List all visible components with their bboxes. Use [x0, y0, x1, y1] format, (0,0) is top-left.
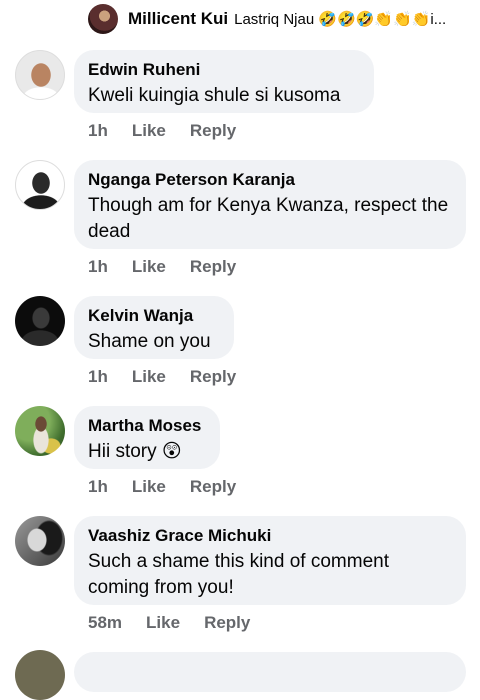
comment-text: Hii story 😲	[88, 441, 182, 462]
reply-button[interactable]: Reply	[190, 477, 236, 497]
reply-preview[interactable]: Millicent Kui Lastriq Njau 🤣🤣🤣👏👏👏i...	[88, 4, 446, 34]
avatar[interactable]	[15, 160, 65, 210]
avatar[interactable]	[15, 516, 65, 566]
like-button[interactable]: Like	[132, 257, 166, 277]
reply-button[interactable]: Reply	[190, 367, 236, 387]
comment-timestamp[interactable]: 1h	[88, 121, 108, 141]
comment-author[interactable]: Nganga Peterson Karanja	[88, 169, 452, 191]
comment-text: Kweli kuingia shule si kusoma	[88, 85, 341, 106]
reply-button[interactable]: Reply	[204, 613, 250, 633]
comment-author[interactable]: Edwin Ruheni	[88, 59, 360, 81]
comment-bubble[interactable]: Vaashiz Grace Michuki Such a shame this …	[74, 516, 466, 605]
like-button[interactable]: Like	[132, 121, 166, 141]
reply-button[interactable]: Reply	[190, 121, 236, 141]
avatar[interactable]	[15, 50, 65, 100]
comment-timestamp[interactable]: 1h	[88, 367, 108, 387]
comment-bubble[interactable]: Kelvin Wanja Shame on you	[74, 296, 234, 359]
avatar[interactable]	[15, 406, 65, 456]
comment-bubble[interactable]: Edwin Ruheni Kweli kuingia shule si kuso…	[74, 50, 374, 113]
comment-author[interactable]: Kelvin Wanja	[88, 305, 220, 327]
comment-actions: 58m Like Reply	[88, 613, 250, 633]
comment-actions: 1h Like Reply	[88, 477, 236, 497]
comment-text: Shame on you	[88, 331, 211, 352]
avatar[interactable]	[15, 650, 65, 700]
comment-actions: 1h Like Reply	[88, 257, 236, 277]
like-button[interactable]: Like	[132, 477, 166, 497]
comment-author[interactable]: Vaashiz Grace Michuki	[88, 525, 452, 547]
comment-bubble[interactable]	[74, 652, 466, 692]
like-button[interactable]: Like	[132, 367, 166, 387]
reply-preview-author[interactable]: Millicent Kui	[128, 9, 228, 29]
comment-actions: 1h Like Reply	[88, 121, 236, 141]
avatar[interactable]	[88, 4, 118, 34]
avatar[interactable]	[15, 296, 65, 346]
reply-preview-text: Lastriq Njau 🤣🤣🤣👏👏👏i...	[234, 11, 447, 28]
comment-timestamp[interactable]: 58m	[88, 613, 122, 633]
like-button[interactable]: Like	[146, 613, 180, 633]
comment-author[interactable]: Martha Moses	[88, 415, 206, 437]
comment-actions: 1h Like Reply	[88, 367, 236, 387]
comment-timestamp[interactable]: 1h	[88, 257, 108, 277]
comment-text: Though am for Kenya Kwanza, respect the …	[88, 195, 449, 242]
comment-bubble[interactable]: Martha Moses Hii story 😲	[74, 406, 220, 469]
comment-timestamp[interactable]: 1h	[88, 477, 108, 497]
comment-text: Such a shame this kind of comment coming…	[88, 551, 389, 598]
reply-button[interactable]: Reply	[190, 257, 236, 277]
comment-bubble[interactable]: Nganga Peterson Karanja Though am for Ke…	[74, 160, 466, 249]
